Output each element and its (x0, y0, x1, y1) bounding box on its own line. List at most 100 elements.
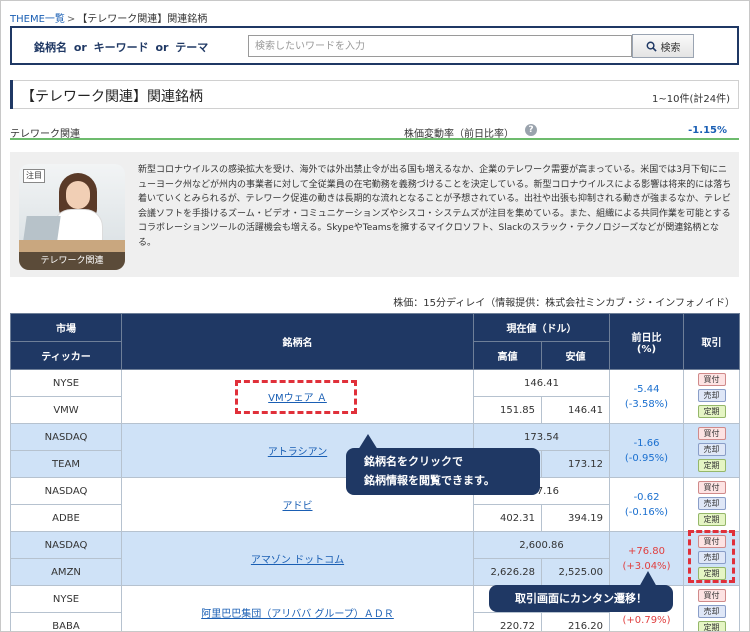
buy-button[interactable]: 買付 (697, 535, 726, 548)
search-input[interactable] (248, 35, 632, 57)
search-label: 銘柄名 or キーワード or テーマ (34, 41, 209, 54)
search-panel: 銘柄名 or キーワード or テーマ 検索 (10, 26, 739, 65)
low-price-cell: 216.20 (541, 612, 610, 631)
search-icon (646, 41, 657, 52)
market-cell: NASDAQ (10, 423, 122, 451)
header-market: 市場 (10, 313, 122, 342)
search-button-label: 検索 (660, 42, 681, 54)
change-percent: (+3.04%) (622, 560, 671, 572)
sell-button[interactable]: 売却 (697, 551, 726, 564)
table-row: NYSE VMウェア Ａ 146.41 -5.44 (-3.58%) 買付売却定期 (10, 369, 740, 424)
high-price-cell: 2,626.28 (473, 558, 542, 586)
ticker-cell: BABA (10, 612, 122, 631)
header-low: 安値 (541, 341, 610, 370)
change-cell: -1.66 (-0.95%) (609, 423, 684, 478)
trade-cell: 買付 売却 定期 (683, 585, 740, 631)
sell-button[interactable]: 売却 (697, 497, 726, 510)
page-title: 【テレワーク関連】関連銘柄 (21, 89, 203, 105)
header-change-label: 前日比 (631, 332, 662, 344)
buy-button[interactable]: 買付 (697, 427, 726, 440)
header-name: 銘柄名 (121, 313, 474, 370)
header-trade: 取引 (683, 313, 740, 370)
change-value: -0.62 (633, 491, 660, 503)
page-heading: 【テレワーク関連】関連銘柄 1~10件(計24件) (10, 80, 739, 109)
sell-button[interactable]: 売却 (697, 605, 726, 618)
high-price-cell: 151.85 (473, 396, 542, 424)
market-cell: NYSE (10, 369, 122, 397)
change-percent: (-3.58%) (624, 398, 669, 410)
sell-button[interactable]: 売却 (697, 443, 726, 456)
trade-cell: 買付 売却 定期 (683, 369, 740, 424)
theme-thumbnail-image: 注目 テレワーク関連 (19, 164, 125, 270)
callout-trade-jump: 取引画面にカンタン遷移！ (489, 571, 673, 612)
callout-name-click-line2: 銘柄情報を閲覧できます。 (364, 474, 495, 487)
header-change: 前日比 (%) (609, 313, 684, 370)
regular-purchase-button[interactable]: 定期 (697, 621, 726, 631)
header-ticker: ティッカー (10, 341, 122, 370)
buy-button[interactable]: 買付 (697, 589, 726, 602)
change-percent: (-0.16%) (624, 506, 669, 518)
high-price-cell: 402.31 (473, 504, 542, 532)
market-cell: NASDAQ (10, 531, 122, 559)
breadcrumb-separator: > (66, 14, 76, 25)
stock-name-link[interactable]: アマゾン ドットコム (251, 555, 344, 566)
heading-accent-bar (10, 80, 13, 109)
ticker-cell: AMZN (10, 558, 122, 586)
stock-name-link[interactable]: アドビ (283, 501, 313, 512)
description-text: 新型コロナウイルスの感染拡大を受け、海外では外出禁止令が出る国も増えるなか、企業… (138, 165, 732, 248)
regular-purchase-button[interactable]: 定期 (697, 405, 726, 418)
thumbnail-caption: テレワーク関連 (19, 252, 125, 270)
stock-name-cell: アマゾン ドットコム (121, 531, 474, 586)
breadcrumb-current: 【テレワーク関連】関連銘柄 (77, 14, 208, 25)
regular-purchase-button[interactable]: 定期 (697, 513, 726, 526)
stock-name-link[interactable]: 阿里巴巴集団（アリババ グループ）ＡＤＲ (201, 609, 394, 620)
result-count: 1~10件(計24件) (652, 94, 730, 105)
breadcrumb-theme-list-link[interactable]: THEME一覧 (10, 14, 65, 25)
theme-name: テレワーク関連 (10, 129, 80, 140)
trade-cell: 買付 売却 定期 (683, 477, 740, 532)
current-price-cell: 2,600.86 (473, 531, 610, 559)
page-frame: THEME一覧 > 【テレワーク関連】関連銘柄 銘柄名 or キーワード or テー… (0, 0, 750, 632)
low-price-cell: 173.12 (541, 450, 610, 478)
regular-purchase-button[interactable]: 定期 (697, 459, 726, 472)
sell-button[interactable]: 売却 (697, 389, 726, 402)
trade-cell: 買付 売却 定期 (683, 531, 740, 586)
ticker-cell: ADBE (10, 504, 122, 532)
table-row: NASDAQ アマゾン ドットコム 2,600.86 +76.80 (+3.04%) 買付… (10, 531, 740, 586)
change-percent: (+0.79%) (622, 614, 671, 626)
stock-name-link[interactable]: VMウェア Ａ (268, 393, 327, 404)
thumbnail-tag: 注目 (23, 169, 45, 183)
change-rate-value: -1.15% (688, 125, 727, 136)
market-cell: NYSE (10, 585, 122, 613)
breadcrumb: THEME一覧 > 【テレワーク関連】関連銘柄 (10, 10, 207, 25)
change-percent: (-0.95%) (624, 452, 669, 464)
callout-name-click-line1: 銘柄名をクリックで (364, 455, 463, 468)
stock-name-link[interactable]: アトラシアン (268, 447, 327, 458)
ticker-cell: VMW (10, 396, 122, 424)
low-price-cell: 394.19 (541, 504, 610, 532)
search-button[interactable]: 検索 (632, 34, 694, 58)
change-cell: -5.44 (-3.58%) (609, 369, 684, 424)
low-price-cell: 2,525.00 (541, 558, 610, 586)
change-value: -5.44 (633, 383, 660, 395)
current-price-cell: 173.54 (473, 423, 610, 451)
stock-name-cell: 阿里巴巴集団（アリババ グループ）ＡＤＲ (121, 585, 474, 631)
regular-purchase-button[interactable]: 定期 (697, 567, 726, 580)
change-cell: -0.62 (-0.16%) (609, 477, 684, 532)
buy-button[interactable]: 買付 (697, 481, 726, 494)
header-high: 高値 (473, 341, 542, 370)
stock-name-cell: VMウェア Ａ (121, 369, 474, 424)
callout-name-click: 銘柄名をクリックで 銘柄情報を閲覧できます。 (346, 434, 540, 495)
change-value: -1.66 (633, 437, 660, 449)
high-price-cell: 220.72 (473, 612, 542, 631)
low-price-cell: 146.41 (541, 396, 610, 424)
header-change-unit: (%) (636, 343, 657, 355)
current-price-cell: 146.41 (473, 369, 610, 397)
trade-cell: 買付 売却 定期 (683, 423, 740, 478)
laptop-illustration (23, 216, 61, 240)
help-icon[interactable]: ? (525, 124, 537, 136)
delay-note: 株価：15分ディレイ（情報提供：株式会社ミンカブ・ジ・インフォノイド） (393, 298, 735, 309)
ticker-cell: TEAM (10, 450, 122, 478)
theme-description: 注目 テレワーク関連 新型コロナウイルスの感染拡大を受け、海外では外出禁止令が出… (10, 152, 739, 277)
buy-button[interactable]: 買付 (697, 373, 726, 386)
